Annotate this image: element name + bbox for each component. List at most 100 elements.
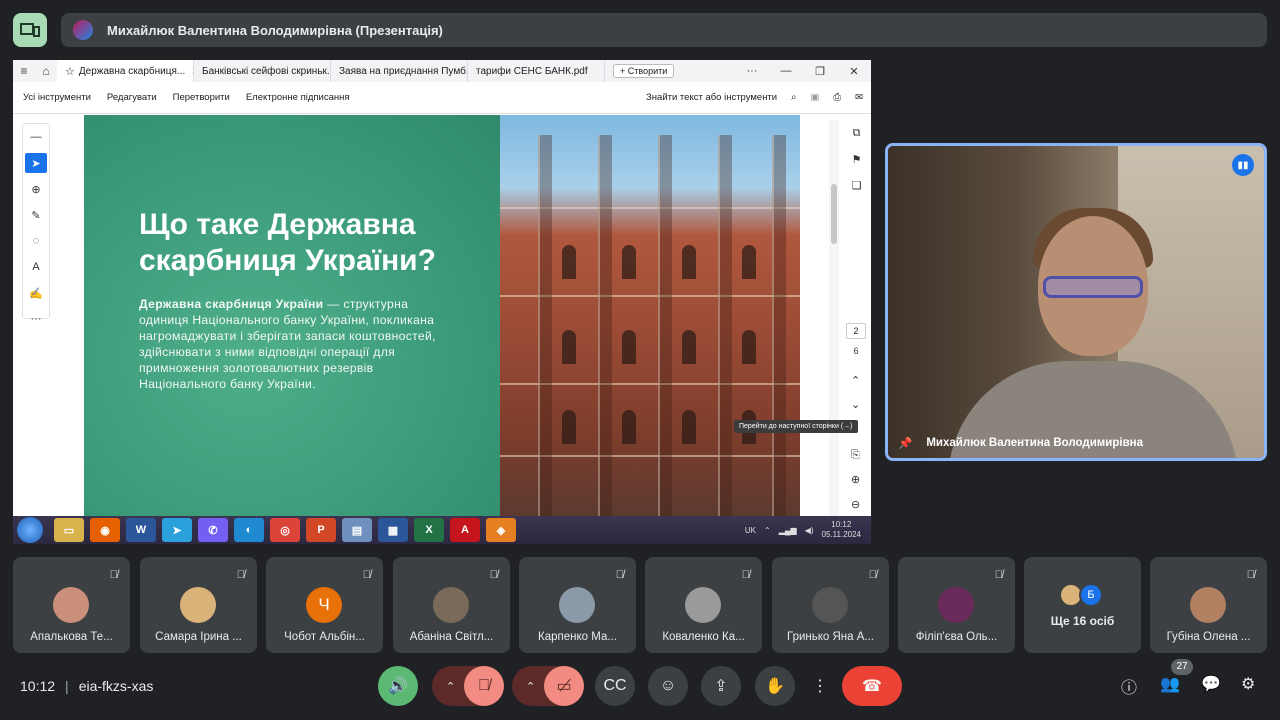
search-icon[interactable]: ⌕ (791, 92, 796, 103)
raise-hand-button[interactable]: ✋ (755, 666, 795, 706)
print-icon[interactable]: ⎙ (833, 92, 841, 103)
home-icon[interactable]: ⌂ (35, 64, 57, 78)
firefox-icon[interactable]: ◉ (90, 518, 120, 542)
copy-icon[interactable]: ❏ (852, 172, 862, 198)
participant-tile[interactable]: 🎙̸ Абаніна Світл... (393, 557, 510, 653)
browser-tab[interactable]: Банківські сейфові скриньк... (194, 60, 331, 82)
browser-tab[interactable]: тарифи СЕНС БАНК.pdf (468, 60, 605, 82)
shared-screen: ≡ ⌂ ☆ Державна скарбниця... ✕ Банківські… (13, 60, 871, 544)
pen-icon[interactable]: ✎ (23, 202, 49, 228)
avatar (180, 587, 216, 623)
pdf-scrollbar[interactable] (829, 120, 839, 520)
leave-call-button[interactable]: ☎ (842, 666, 902, 706)
participant-tile[interactable]: 🎙̸ Гринько Яна А... (772, 557, 889, 653)
menu-convert[interactable]: Перетворити (173, 92, 230, 103)
sign-icon[interactable]: ✍ (23, 280, 49, 306)
bookmark-icon[interactable]: ⚑ (852, 146, 862, 172)
participant-tile[interactable]: 🎙̸ Ч Чобот Альбін... (266, 557, 383, 653)
info-button[interactable]: ⓘ (1121, 674, 1137, 698)
audio-output-button[interactable]: 🔊 (378, 666, 418, 706)
participant-name: Карпенко Ма... (538, 631, 617, 643)
mic-off-icon[interactable]: 🎙̸ (464, 666, 504, 706)
chevron-up-icon[interactable]: ⌃ (440, 680, 455, 693)
avatar: Ч (306, 587, 342, 623)
tray-arrow-icon[interactable]: ⌃ (764, 526, 771, 535)
reactions-button[interactable]: ☺ (648, 666, 688, 706)
building-photo (500, 115, 800, 516)
restore-icon[interactable]: ❐ (803, 65, 837, 78)
browser-tab[interactable]: ☆ Державна скарбниця... ✕ (57, 60, 194, 82)
system-tray: UK ⌃ ▂▄▆ ◀) 10:12 05.11.2024 (745, 520, 871, 540)
windows-start-icon[interactable] (17, 517, 43, 543)
activities-icon: ⚙ (1241, 676, 1256, 693)
telegram-icon[interactable]: ➤ (162, 518, 192, 542)
layout-toggle-button[interactable] (13, 13, 47, 47)
viber-icon[interactable]: ✆ (198, 518, 228, 542)
lasso-icon[interactable]: ◌ (23, 228, 49, 254)
mail-icon[interactable]: ✉ (855, 92, 863, 103)
minimize-icon[interactable]: — (769, 65, 803, 78)
tab-label: Банківські сейфові скриньк... (202, 65, 331, 77)
page-fit-icon[interactable]: ⎘ (851, 449, 860, 462)
text-select-icon[interactable]: A (23, 254, 49, 280)
chat-button[interactable]: 💬 (1201, 674, 1221, 694)
clock[interactable]: 10:12 05.11.2024 (822, 520, 861, 540)
language-indicator[interactable]: UK (745, 526, 756, 535)
participant-tile[interactable]: 🎙̸ Апалькова Те... (13, 557, 130, 653)
people-button[interactable]: 👥 (1160, 674, 1180, 694)
camera-off-icon[interactable]: ▭̸ (544, 666, 584, 706)
next-page-tooltip: Перейти до наступної сторінки (→) (734, 420, 858, 433)
prev-page-icon[interactable]: ⌃ (851, 374, 860, 387)
pin-icon[interactable]: 📌 (898, 436, 912, 450)
close-window-icon[interactable]: ✕ (837, 65, 871, 78)
more-participants-tile[interactable]: Б Ще 16 осіб (1024, 557, 1141, 653)
activities-button[interactable]: ⚙ (1241, 674, 1255, 694)
participant-tile[interactable]: 🎙̸ Самара Ірина ... (140, 557, 257, 653)
presentation-title: Михайлюк Валентина Володимирівна (Презен… (107, 22, 443, 38)
more-tools-icon[interactable]: ··· (23, 306, 49, 332)
zoom-in-icon[interactable]: ⊕ (851, 473, 860, 486)
participant-tile[interactable]: 🎙̸ Коваленко Ка... (645, 557, 762, 653)
zoom-out-icon[interactable]: ⊖ (851, 498, 860, 511)
camera-control[interactable]: ⌃ ▭̸ (512, 666, 584, 706)
file-explorer-icon[interactable]: ▭ (54, 518, 84, 542)
present-button[interactable]: ⇪ (701, 666, 741, 706)
menu-e-sign[interactable]: Електронне підписання (246, 92, 350, 103)
participant-tile[interactable]: 🎙̸ Карпенко Ма... (519, 557, 636, 653)
participant-tile[interactable]: 🎙̸ Губіна Олена ... (1150, 557, 1267, 653)
powerpoint-icon[interactable]: P (306, 518, 336, 542)
participant-tile[interactable]: 🎙̸ Філіп'єва Оль... (898, 557, 1015, 653)
acrobat-icon[interactable]: A (450, 518, 480, 542)
more-icon[interactable]: ··· (735, 65, 769, 78)
volume-icon[interactable]: ◀) (805, 526, 814, 535)
menu-edit[interactable]: Редагувати (107, 92, 157, 103)
comment-icon[interactable]: ⊕ (23, 176, 49, 202)
save-icon[interactable]: ▣ (810, 92, 819, 103)
chevron-up-icon[interactable]: ⌃ (520, 680, 535, 693)
word-icon[interactable]: W (126, 518, 156, 542)
menu-all-tools[interactable]: Усі інструменти (23, 92, 91, 103)
tab-label: Державна скарбниця... (78, 65, 186, 77)
avatar (53, 587, 89, 623)
captions-button[interactable]: CC (595, 666, 635, 706)
close-tab-icon[interactable]: ✕ (185, 66, 193, 77)
more-options-button[interactable]: ⋮ (808, 666, 832, 706)
select-cursor-icon[interactable]: ➤ (25, 153, 47, 173)
notepad-icon[interactable]: ▤ (342, 518, 372, 542)
document-icon[interactable]: ▦ (378, 518, 408, 542)
browser-tab[interactable]: Заява на приєднання Пумб... (331, 60, 468, 82)
find-text-label[interactable]: Знайти текст або інструменти (646, 92, 777, 103)
microphone-control[interactable]: ⌃ 🎙̸ (432, 666, 504, 706)
excel-icon[interactable]: X (414, 518, 444, 542)
chrome-icon[interactable]: ◎ (270, 518, 300, 542)
screen-share-icon[interactable]: ◈ (486, 518, 516, 542)
new-tab-button[interactable]: + Створити (613, 64, 675, 78)
speaker-video-tile[interactable]: ▮▮ 📌 Михайлюк Валентина Володимирівна (885, 143, 1267, 461)
current-page-input[interactable]: 2 (846, 323, 866, 339)
comment-panel-icon[interactable]: ⧉ (853, 120, 861, 146)
scroll-thumb[interactable] (831, 184, 837, 244)
next-page-icon[interactable]: ⌄ (851, 398, 860, 411)
menu-icon[interactable]: ≡ (13, 64, 35, 78)
participant-name: Філіп'єва Оль... (915, 631, 998, 643)
edge-icon[interactable]: ◐ (234, 518, 264, 542)
